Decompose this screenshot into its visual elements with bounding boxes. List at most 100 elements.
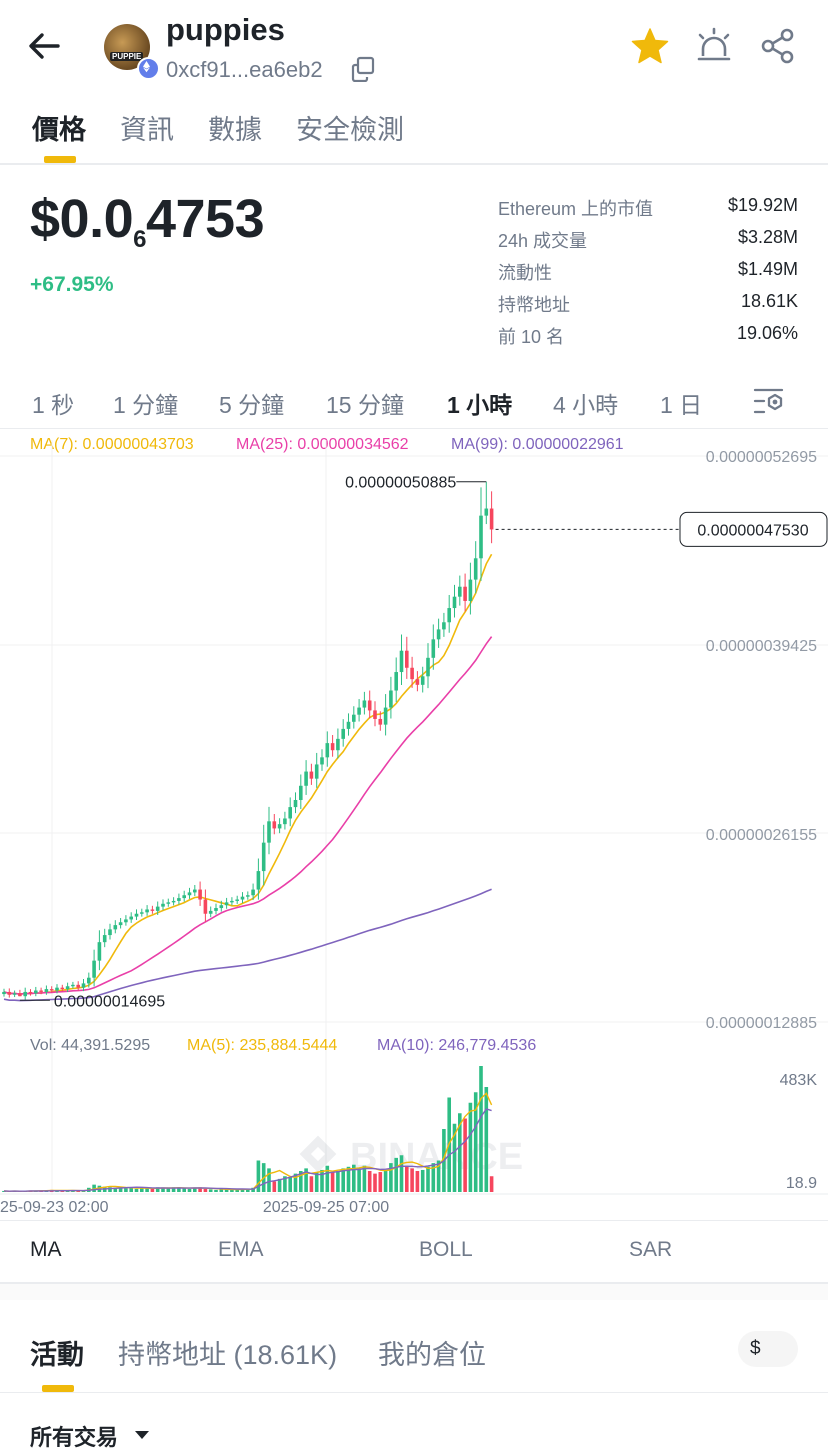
interval-1m[interactable]: 1 分鐘 <box>113 386 178 420</box>
volume-bar <box>235 1189 239 1192</box>
interval-15m[interactable]: 15 分鐘 <box>326 386 404 420</box>
candle-body <box>246 895 250 897</box>
candle-body <box>261 842 266 872</box>
volume-bar <box>330 1172 335 1192</box>
candle-body <box>447 608 451 623</box>
stat-top10-label: 前 10 名 <box>498 327 565 347</box>
interval-4h[interactable]: 4 小時 <box>553 386 618 420</box>
candle-body <box>39 990 43 992</box>
time-axis-label: 25-09-23 02:00 <box>0 1199 109 1216</box>
contract-address[interactable]: 0xcf91...ea6eb2 <box>166 57 323 83</box>
candle-body <box>299 785 303 800</box>
candle-body <box>336 738 340 751</box>
tab-info[interactable]: 資訊 <box>120 108 174 147</box>
watermark-text: BINANCE <box>350 1136 523 1178</box>
volume-bar <box>378 1172 383 1192</box>
volume-bar <box>336 1171 340 1192</box>
volume-bar <box>341 1168 345 1192</box>
interval-1h[interactable]: 1 小時 <box>447 386 512 420</box>
candle-body <box>134 913 139 917</box>
tab-activity[interactable]: 活動 <box>30 1333 84 1372</box>
candle-body <box>60 987 65 990</box>
candle-body <box>92 960 96 978</box>
candle-body <box>28 991 33 994</box>
interval-5m[interactable]: 5 分鐘 <box>219 386 284 420</box>
candle-body <box>23 991 27 997</box>
volume-bar <box>415 1171 420 1192</box>
volume-bar <box>134 1188 139 1192</box>
current-price-label: 0.00000047530 <box>697 522 808 539</box>
volume-bar <box>399 1155 404 1192</box>
indicator-sar[interactable]: SAR <box>629 1238 672 1262</box>
tab-data[interactable]: 數據 <box>208 108 262 147</box>
interval-1d[interactable]: 1 日 <box>660 386 702 420</box>
candle-body <box>473 558 478 580</box>
ethereum-icon <box>137 57 160 80</box>
candle-body <box>118 922 123 926</box>
price-zero-count: 6 <box>133 226 146 253</box>
price-axis-label: 0.00000026155 <box>706 827 817 844</box>
volume-bar <box>484 1087 489 1192</box>
volume-bar <box>187 1188 192 1192</box>
candle-body <box>373 710 377 719</box>
price-alert-icon[interactable] <box>694 26 734 66</box>
candle-body <box>12 993 17 995</box>
stat-liquidity-value: $1.49M <box>737 259 798 279</box>
star-icon[interactable] <box>630 26 670 66</box>
volume-bar <box>208 1189 213 1192</box>
volume-bar <box>124 1188 128 1192</box>
ma25-line <box>3 636 493 995</box>
candle-body <box>208 910 213 914</box>
low-price-label: 0.00000014695 <box>54 993 165 1010</box>
tab-holders[interactable]: 持幣地址 (18.61K) <box>118 1333 337 1372</box>
chart-settings-icon[interactable] <box>752 384 786 418</box>
candle-body <box>203 899 208 914</box>
candle-body <box>87 977 91 984</box>
price-axis-label: 0.00000052695 <box>706 449 817 466</box>
interval-1s[interactable]: 1 秒 <box>32 386 74 420</box>
stat-holders-value: 18.61K <box>740 291 798 311</box>
caret-down-icon[interactable] <box>134 1428 150 1440</box>
indicator-ema[interactable]: EMA <box>218 1238 264 1262</box>
stat-liquidity-label: 流動性 <box>498 263 552 283</box>
candle-body <box>230 900 234 903</box>
candle-body <box>267 821 271 843</box>
stat-market-cap-value: $19.92M <box>727 195 798 215</box>
currency-toggle[interactable]: $ <box>738 1331 798 1367</box>
back-button[interactable] <box>26 28 62 64</box>
tab-my-positions[interactable]: 我的倉位 <box>378 1333 486 1372</box>
candle-body <box>2 991 6 995</box>
trade-filter-dropdown[interactable]: 所有交易 <box>30 1420 118 1452</box>
candle-body <box>314 764 319 779</box>
candle-body <box>452 596 457 609</box>
candle-body <box>362 700 367 708</box>
candle-body <box>436 629 441 640</box>
stat-market-cap-label: Ethereum 上的市值 <box>498 199 654 219</box>
candle-body <box>415 679 420 685</box>
candle-body <box>399 650 404 673</box>
volume-bar <box>420 1169 425 1192</box>
candle-body <box>113 925 118 930</box>
ma99-line <box>3 888 492 1002</box>
candle-body <box>251 889 255 896</box>
candle-body <box>458 586 462 597</box>
indicator-ma[interactable]: MA <box>30 1238 62 1262</box>
price-chart[interactable]: BINANCE 0.00000047530 0.00000050885 0.0000… <box>0 440 828 1220</box>
candle-body <box>34 990 38 994</box>
candle-body <box>288 807 292 819</box>
candle-body <box>463 586 467 601</box>
vol-ma10-legend: MA(10): 246,779.4536 <box>377 1037 537 1054</box>
tab-security[interactable]: 安全檢測 <box>296 108 404 147</box>
candle-body <box>44 989 49 992</box>
indicator-boll[interactable]: BOLL <box>419 1238 473 1262</box>
share-icon[interactable] <box>758 26 798 66</box>
candle-body <box>240 896 245 900</box>
candle-body <box>55 987 59 991</box>
volume-bar <box>140 1188 144 1192</box>
tab-price[interactable]: 價格 <box>32 108 86 147</box>
candle-body <box>484 508 489 516</box>
candle-body <box>405 650 409 668</box>
candle-body <box>293 799 298 808</box>
candle-body <box>145 909 149 913</box>
copy-icon[interactable] <box>350 56 376 83</box>
